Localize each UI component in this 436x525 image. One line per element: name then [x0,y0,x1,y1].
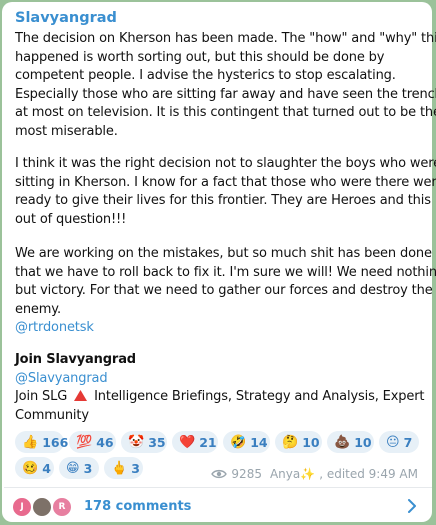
reaction-chip[interactable]: 🤡 35 [121,431,167,453]
post-author: Anya✨ [269,467,316,481]
reaction-count: 10 [354,434,372,450]
reaction-chip[interactable]: 🤔 10 [275,431,322,453]
reaction-emoji: 💩 [334,434,351,450]
reaction-chip[interactable]: 👍 166 [15,431,68,453]
message-meta: 9285 Anya✨, edited 9:49 AM [211,467,418,481]
join-prefix: Join SLG [15,389,68,404]
triangle-icon [74,390,88,401]
reaction-count: 10 [302,434,320,450]
post-paragraph-2: I think it was the right decision not to… [15,155,436,229]
reaction-emoji: 🤔 [282,434,299,450]
post-line: but victory. For that we need to gather … [15,283,433,298]
reaction-chip[interactable]: 🤣 14 [223,431,270,453]
reaction-emoji: ❤️ [179,434,196,450]
post-line: happened is worth sorting out, but this … [15,49,385,65]
channel-name[interactable]: Slavyangrad [15,10,117,26]
comments-count: 178 comments [84,499,192,514]
channel-link[interactable]: @Slavyangrad [15,370,427,389]
reaction-chip[interactable]: 🥴 4 [15,457,54,479]
reaction-chip[interactable]: 😁 3 [59,457,99,479]
eye-icon [211,469,228,479]
message-bubble: Slavyangrad The decision on Kherson has … [2,2,436,524]
reaction-emoji: 🖕 [111,460,128,476]
join-description: Join SLG Intelligence Briefings, Strateg… [15,388,427,407]
comments-button[interactable]: J R 178 comments [4,488,432,524]
post-line: that we have to roll back to fix it. I'm… [15,264,436,280]
post-line: sitting in Kherson. I know for a fact th… [15,174,436,190]
reaction-count: 14 [250,434,268,450]
join-description-cont: Community [15,407,89,423]
chevron-right-icon [408,499,416,513]
reaction-count: 21 [199,434,217,450]
reaction-chip[interactable]: 💩 10 [327,431,374,453]
reaction-emoji: 😐 [386,434,400,450]
reaction-count: 35 [148,434,166,450]
post-line: most miserable. [15,123,118,139]
reaction-count: 4 [42,460,51,476]
post-line: enemy. [15,301,61,317]
reaction-count: 3 [131,460,140,476]
reaction-emoji: 👍 [22,434,39,450]
reaction-count: 7 [403,434,413,450]
avatar [32,497,52,517]
post-line: I think it was the right decision not to… [15,156,436,171]
reaction-emoji: 🤡 [128,434,145,450]
reaction-chip[interactable]: ❤️ 21 [172,431,218,453]
avatar: R [52,497,72,517]
reaction-count: 46 [96,434,114,450]
reaction-count: 3 [83,460,93,476]
source-link[interactable]: @rtrdonetsk [15,319,427,338]
reaction-emoji: 😁 [66,460,80,476]
post-line: ready to give their lives for this front… [15,193,436,208]
post-paragraph-1: The decision on Kherson has been made. T… [15,30,436,141]
reaction-chip[interactable]: 💯 46 [69,431,116,453]
reaction-chip[interactable]: 😐 7 [379,431,419,453]
edited-time: , edited 9:49 AM [319,467,418,481]
post-paragraph-3: We are working on the mistakes, but so m… [15,245,436,338]
post-line: out of question!!! [15,211,127,227]
join-title: Join Slavyangrad [15,352,136,367]
post-line: at most on television. It is this contin… [15,105,436,120]
reaction-emoji: 💯 [76,434,93,450]
post-line: competent people. I advise the hysterics… [15,68,396,83]
reaction-emoji: 🥴 [22,460,39,476]
join-suffix: Intelligence Briefings, Strategy and Ana… [94,389,425,404]
avatar: J [12,497,32,517]
post-line: Especially those who are sitting far awa… [15,86,436,102]
reaction-count: 166 [42,434,69,450]
join-block: Join Slavyangrad @Slavyangrad Join SLG I… [15,351,427,425]
view-count: 9285 [231,467,262,481]
reaction-chip[interactable]: 🖕 3 [104,457,143,479]
post-line: The decision on Kherson has been made. T… [15,31,436,46]
reaction-emoji: 🤣 [230,434,247,450]
post-line: We are working on the mistakes, but so m… [15,246,432,261]
